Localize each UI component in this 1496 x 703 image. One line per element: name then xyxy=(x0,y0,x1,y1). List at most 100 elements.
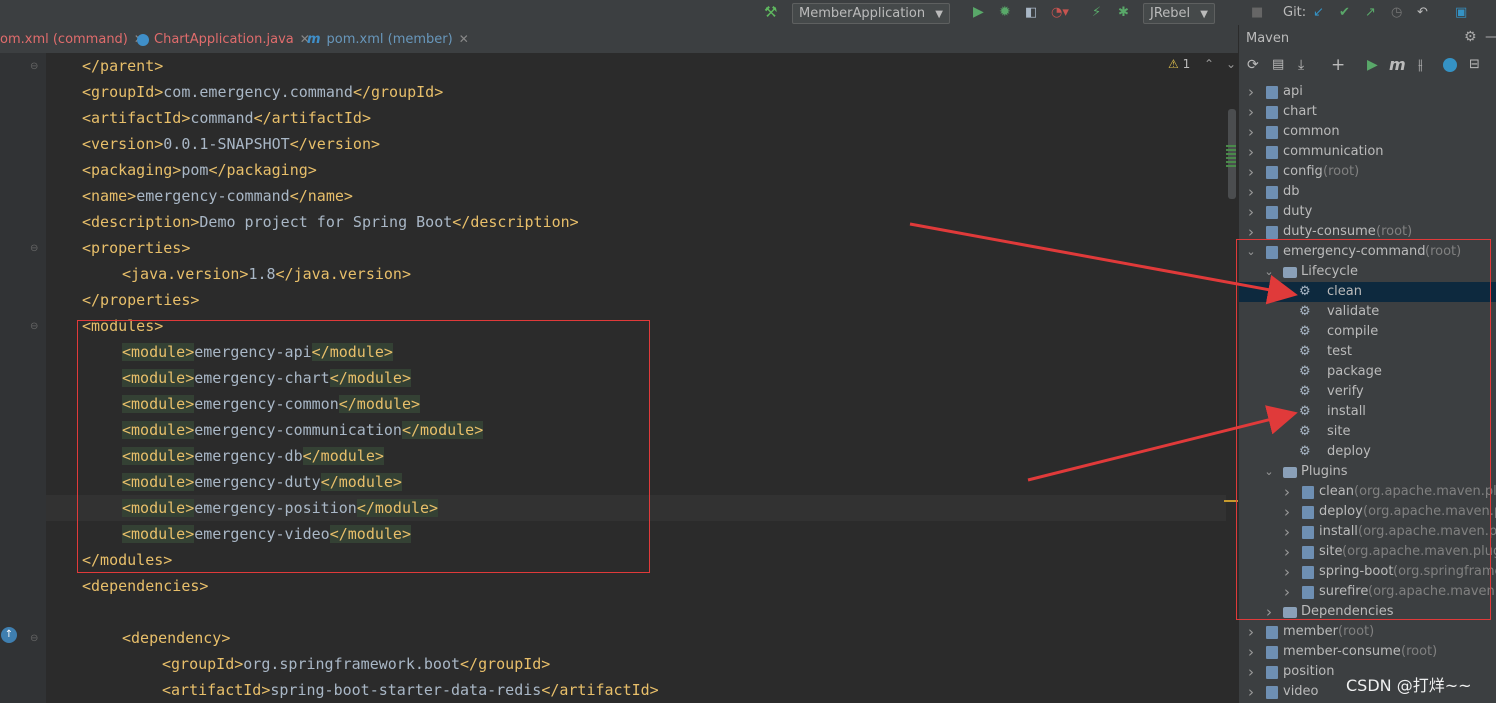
fold-icon[interactable]: ⊖ xyxy=(30,321,38,332)
jrebel-debug-icon[interactable]: ✱ xyxy=(1118,3,1129,22)
maven-module-icon xyxy=(1266,126,1278,139)
git-rollback-icon[interactable]: ↶ xyxy=(1417,3,1428,22)
profile-icon[interactable]: ◔▾ xyxy=(1051,3,1069,22)
code-line[interactable]: <groupId>com.emergency.command</groupId> xyxy=(82,79,443,105)
maven-tree-item-module[interactable]: › duty xyxy=(1239,202,1496,222)
tab-chart-application[interactable]: ChartApplication.java ✕ xyxy=(137,25,310,53)
git-push-icon[interactable]: ↗ xyxy=(1365,3,1376,22)
minimize-icon[interactable]: — xyxy=(1485,29,1496,45)
fold-icon[interactable]: ⊖ xyxy=(30,243,38,254)
xml-text: Demo project for Spring Boot xyxy=(199,213,453,231)
code-line[interactable]: <packaging>pom</packaging> xyxy=(82,157,317,183)
xml-open-tag: <artifactId> xyxy=(82,109,191,127)
override-gutter-icon[interactable]: ↑ xyxy=(1,627,17,643)
code-line[interactable]: <java.version>1.8</java.version> xyxy=(122,261,411,287)
jrebel-run-icon[interactable]: ⚡ xyxy=(1092,3,1101,22)
maven-module-icon xyxy=(1266,166,1278,179)
fold-icon[interactable]: ⊖ xyxy=(30,61,38,72)
maven-tree-item-module[interactable]: › communication xyxy=(1239,142,1496,162)
jrebel-label: JRebel xyxy=(1150,6,1191,21)
execute-goal-icon[interactable]: m xyxy=(1389,55,1406,74)
code-line[interactable]: <artifactId>command</artifactId> xyxy=(82,105,371,131)
maven-tree-item-module[interactable]: › chart xyxy=(1239,102,1496,122)
reload-icon[interactable]: ⟳ xyxy=(1247,57,1259,73)
maven-tree-suffix: (root) xyxy=(1401,644,1438,659)
chevron-up-icon[interactable]: ⌃ xyxy=(1204,57,1214,71)
close-icon[interactable]: ✕ xyxy=(459,32,469,46)
collapse-all-icon[interactable]: ⊟ xyxy=(1469,57,1480,72)
maven-tree-item-module[interactable]: › api xyxy=(1239,82,1496,102)
maven-tree-label: chart xyxy=(1283,104,1317,119)
gear-icon[interactable]: ⚙ xyxy=(1464,29,1477,45)
maven-module-icon xyxy=(1266,626,1278,639)
maven-module-icon xyxy=(1266,86,1278,99)
editor-tabs: om.xml (command)✕ ChartApplication.java✕… xyxy=(0,25,1238,54)
code-line[interactable]: </properties> xyxy=(82,287,199,313)
xml-text: emergency-command xyxy=(136,187,290,205)
maven-tree-item-module[interactable]: › member-consume (root) xyxy=(1239,642,1496,662)
run-icon[interactable]: ▶ xyxy=(1367,57,1378,73)
chevron-down-icon: ▼ xyxy=(1200,9,1208,20)
maven-tree-label: duty xyxy=(1283,204,1313,219)
chevron-right-icon[interactable]: › xyxy=(1245,142,1257,162)
run-config-combo[interactable]: MemberApplication ▼ xyxy=(792,3,950,24)
chevron-right-icon[interactable]: › xyxy=(1245,182,1257,202)
tab-label: om.xml (command) xyxy=(0,32,128,47)
git-history-icon[interactable]: ◷ xyxy=(1391,3,1402,22)
add-icon[interactable]: + xyxy=(1331,55,1345,75)
scroll-marker xyxy=(1226,145,1236,169)
toggle-offline-icon[interactable]: ⫲ xyxy=(1418,57,1423,73)
skip-tests-icon[interactable] xyxy=(1443,58,1457,72)
maven-tree-suffix: (root) xyxy=(1338,624,1375,639)
tab-pom-command[interactable]: om.xml (command)✕ xyxy=(0,25,144,53)
chevron-right-icon[interactable]: › xyxy=(1245,622,1257,642)
xml-close-tag: </groupId> xyxy=(460,655,551,673)
maven-module-icon xyxy=(1266,226,1278,239)
xml-close-tag: </groupId> xyxy=(352,83,444,101)
coverage-icon[interactable]: ◧ xyxy=(1025,3,1037,22)
maven-tree-label: position xyxy=(1283,664,1335,679)
download-icon[interactable]: ⤓ xyxy=(1298,57,1304,73)
code-line[interactable]: <dependency> xyxy=(122,625,230,651)
chevron-right-icon[interactable]: › xyxy=(1245,202,1257,222)
code-line[interactable]: <properties> xyxy=(82,235,190,261)
chevron-down-icon: ▼ xyxy=(935,9,943,20)
xml-text: spring-boot-starter-data-redis xyxy=(270,681,542,699)
chevron-right-icon[interactable]: › xyxy=(1245,682,1257,702)
code-line[interactable]: <groupId>org.springframework.boot</group… xyxy=(162,651,550,677)
git-commit-icon[interactable]: ✔ xyxy=(1339,3,1350,22)
maven-tree-item-module[interactable]: › member (root) xyxy=(1239,622,1496,642)
chevron-down-icon[interactable]: ⌄ xyxy=(1226,57,1236,71)
git-update-icon[interactable]: ↙ xyxy=(1313,3,1324,22)
chevron-right-icon[interactable]: › xyxy=(1245,662,1257,682)
code-line[interactable]: <name>emergency-command</name> xyxy=(82,183,353,209)
maven-tree-item-module[interactable]: › db xyxy=(1239,182,1496,202)
maven-tree-label: member-consume xyxy=(1283,644,1401,659)
chevron-right-icon[interactable]: › xyxy=(1245,122,1257,142)
maven-module-icon xyxy=(1266,186,1278,199)
xml-close-tag: </name> xyxy=(289,187,353,205)
layout-icon[interactable]: ▣ xyxy=(1455,3,1467,22)
chevron-right-icon[interactable]: › xyxy=(1245,102,1257,122)
chevron-right-icon[interactable]: › xyxy=(1245,162,1257,182)
code-line[interactable]: <description>Demo project for Spring Boo… xyxy=(82,209,579,235)
code-line[interactable]: </parent> xyxy=(82,53,163,79)
chevron-right-icon[interactable]: › xyxy=(1245,82,1257,102)
add-folder-icon[interactable]: ▤ xyxy=(1272,57,1284,72)
maven-tree-item-module[interactable]: › common xyxy=(1239,122,1496,142)
chevron-right-icon[interactable]: › xyxy=(1245,642,1257,662)
debug-icon[interactable]: ✹ xyxy=(999,3,1011,22)
maven-tree-item-module[interactable]: › config (root) xyxy=(1239,162,1496,182)
xml-open-tag: <packaging> xyxy=(82,161,182,179)
tab-pom-member[interactable]: m pom.xml (member) ✕ xyxy=(307,25,469,53)
code-line[interactable]: <artifactId>spring-boot-starter-data-red… xyxy=(162,677,659,703)
run-icon[interactable]: ▶ xyxy=(973,3,984,22)
maven-tree-label: communication xyxy=(1283,144,1384,159)
code-line[interactable]: <version>0.0.1-SNAPSHOT</version> xyxy=(82,131,380,157)
code-line[interactable]: <dependencies> xyxy=(82,573,208,599)
fold-icon[interactable]: ⊖ xyxy=(30,633,38,644)
build-hammer-icon[interactable]: ⚒ xyxy=(764,3,777,22)
jrebel-combo[interactable]: JRebel ▼ xyxy=(1143,3,1215,24)
warning-indicator[interactable]: ⚠ 1 ⌃ ⌄ xyxy=(1168,57,1236,71)
stop-icon[interactable]: ■ xyxy=(1251,3,1263,22)
